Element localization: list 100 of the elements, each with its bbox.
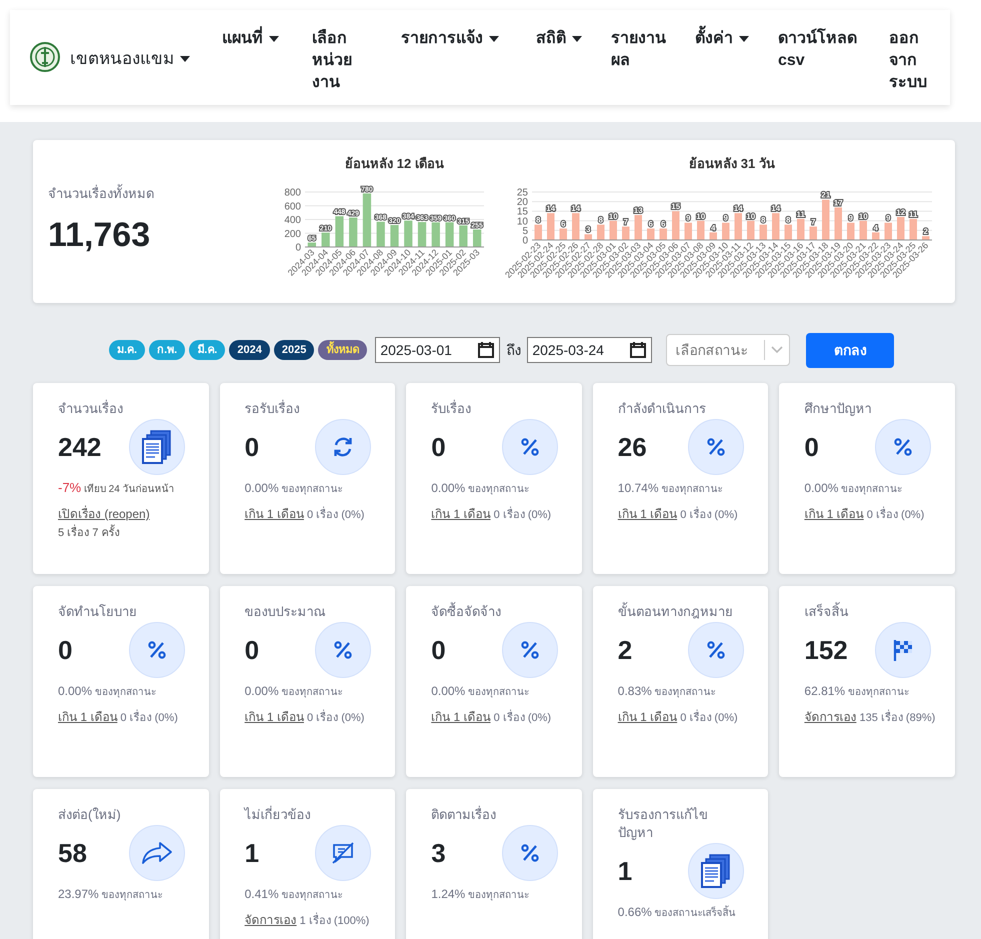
menu-link[interactable]: รายงานผล [611,28,695,72]
data-label: 8 [761,216,766,225]
link-note: 0 เรื่อง (0%) [866,507,924,523]
data-label: 21 [821,190,830,200]
percent-text: 0.00% ของทุกสถานะ [804,480,904,497]
axis-tick-label: 20 [516,197,528,208]
bar [376,222,385,247]
bar [897,216,904,240]
percent-text: 0.83% ของทุกสถานะ [618,683,717,700]
bar [810,226,817,240]
axis-tick-label: 25 [516,188,528,198]
data-label: 17 [834,198,843,208]
share-arrow-icon [140,841,173,865]
bar [660,228,667,240]
bar [322,232,330,247]
data-label: 11 [909,210,918,219]
menu-dropdown[interactable]: แผนที่ [222,28,312,50]
chart-title: ย้อนหลัง 12 เดือน [345,156,444,171]
card-link[interactable]: เกิน 1 เดือน [244,507,304,521]
card-title: รับเรื่อง [431,400,472,418]
percent-text: 0.41% ของทุกสถานะ [244,886,344,903]
date-field[interactable]: 2025-03-24 [527,337,652,363]
card-link[interactable]: จัดการเอง [804,710,856,724]
percent-icon [334,641,352,659]
card-value: 0 [244,430,260,464]
filter-chip[interactable]: 2024 [229,340,270,360]
data-label: 6 [648,219,653,228]
card-title: ติดตามเรื่อง [431,806,498,824]
card-link[interactable]: เกิน 1 เดือน [804,507,864,521]
district-dropdown[interactable]: เขตหนองแขม [70,46,190,72]
bar [922,236,930,240]
bar [684,222,692,240]
percent-text: 23.97% ของทุกสถานะ [58,886,164,903]
bar [872,232,880,240]
percent-icon [520,438,539,456]
data-label: 14 [546,204,556,214]
link-note: 0 เรื่อง (0%) [307,710,364,726]
data-label: 3 [586,225,590,234]
card-title: เสร็จสิ้น [804,603,850,621]
menu-dropdown[interactable]: รายการแจ้ง [401,28,536,50]
card-title: รอรับเรื่อง [244,400,301,418]
calendar-icon[interactable] [477,341,496,359]
menu-link[interactable]: เลือกหน่วยงาน [312,28,401,94]
bar [572,213,580,240]
data-label: 9 [848,214,853,223]
bar [335,216,344,247]
card-value: 152 [804,634,848,666]
menu-dropdown[interactable]: ตั้งค่า [695,28,778,50]
data-label: 7 [811,218,816,227]
bar [418,222,426,247]
card-link[interactable]: เปิดเรื่อง (reopen) [58,507,150,521]
menu-link[interactable]: ออกจากระบบ [889,28,939,94]
card-value: 3 [431,836,446,870]
card-link[interactable]: เกิน 1 เดือน [244,710,304,724]
menu-dropdown[interactable]: สถิติ [536,28,611,50]
card-link[interactable]: เกิน 1 เดือน [431,710,491,724]
card-title: ขั้นตอนทางกฎหมาย [618,603,734,621]
percent-text: 0.00% ของทุกสถานะ [244,480,344,497]
card-link[interactable]: จัดการเอง [244,913,297,927]
data-label: 9 [886,214,890,223]
card-link[interactable]: เกิน 1 เดือน [618,507,678,521]
card-link[interactable]: เกิน 1 เดือน [58,710,118,724]
bar [672,211,680,240]
link-note: 0 เรื่อง (0%) [680,507,738,523]
percent-icon [520,641,539,659]
filter-chip[interactable]: ทั้งหมด [318,340,368,360]
bar [534,224,542,240]
axis-tick-label: 5 [522,226,528,237]
total-value: 11,763 [48,214,152,256]
data-label: 9 [686,214,690,223]
bar [308,242,316,247]
link-note: 135 เรื่อง (89%) [859,710,936,726]
bar [390,225,399,247]
bar [784,224,792,240]
data-label: 12 [896,208,906,217]
bar [584,234,592,240]
card-title: จำนวนเรื่อง [58,400,124,418]
refresh-icon [332,436,354,458]
to-label: ถึง [505,340,522,360]
bar [884,222,892,240]
bar [772,213,780,240]
data-label: 7 [624,218,628,227]
card-title: จัดทำนโยบาย [58,603,138,621]
percent-icon [520,844,539,862]
filter-chip[interactable]: 2025 [274,340,314,360]
bar [634,215,642,240]
card-link[interactable]: เกิน 1 เดือน [431,507,491,521]
axis-tick-label: 0 [522,236,528,246]
bar [445,222,454,247]
submit-button[interactable]: ตกลง [806,332,894,368]
status-select[interactable]: เลือกสถานะ [666,334,790,366]
data-label: 10 [696,212,706,221]
calendar-icon[interactable] [629,341,648,359]
menu-link[interactable]: ดาวน์โหลด csv [778,28,889,72]
data-label: 8 [598,216,603,225]
axis-tick-label: 0 [295,242,301,254]
date-field[interactable]: 2025-03-01 [375,337,500,363]
card-title: ของบประมาณ [244,603,327,621]
bar [349,218,358,247]
card-link[interactable]: เกิน 1 เดือน [618,710,678,724]
